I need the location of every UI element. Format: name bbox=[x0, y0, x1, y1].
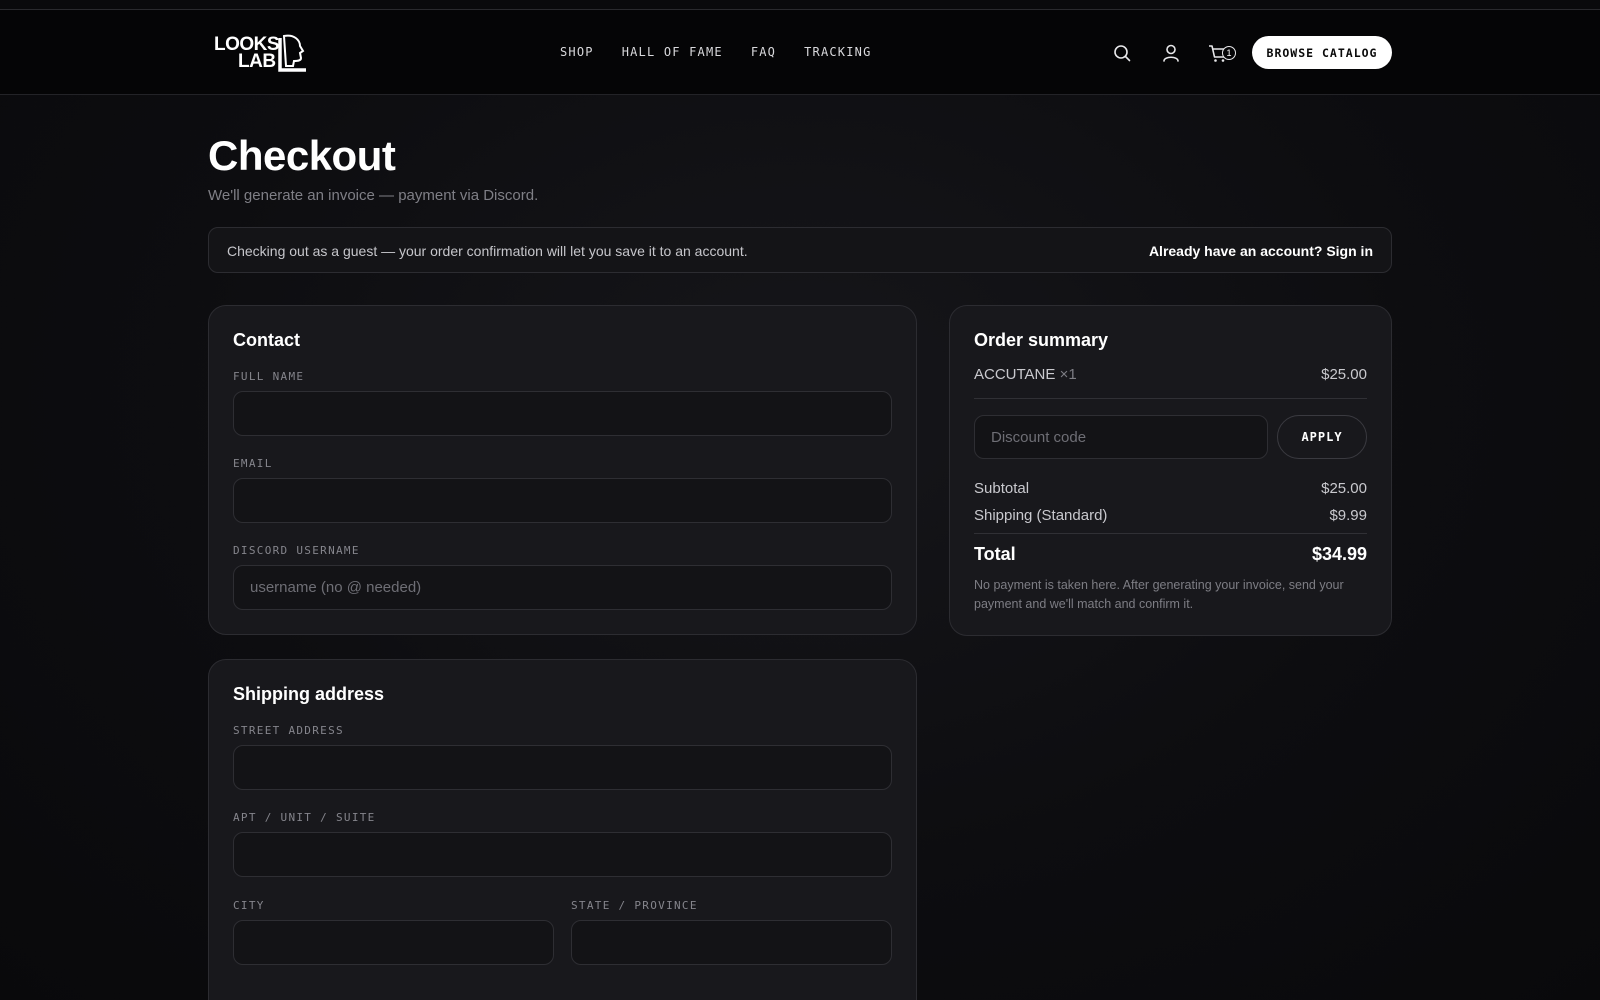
sign-in-link[interactable]: Already have an account? Sign in bbox=[1149, 243, 1373, 259]
email-input[interactable] bbox=[233, 478, 892, 523]
page-title: Checkout bbox=[208, 132, 396, 179]
site-header: LOOKS LAB SHOP HALL OF FAME FAQ TRACKING… bbox=[0, 10, 1600, 95]
line-item-name: ACCUTANE ×1 bbox=[974, 366, 1077, 383]
street-address-label: STREET ADDRESS bbox=[233, 724, 344, 737]
contact-card: Contact FULL NAME EMAIL DISCORD USERNAME bbox=[208, 305, 917, 635]
browse-catalog-button[interactable]: BROWSE CATALOG bbox=[1252, 36, 1392, 69]
main-nav: SHOP HALL OF FAME FAQ TRACKING bbox=[560, 45, 872, 59]
nav-tracking[interactable]: TRACKING bbox=[804, 45, 871, 59]
apply-discount-button[interactable]: APPLY bbox=[1277, 415, 1367, 459]
search-icon[interactable] bbox=[1111, 42, 1133, 64]
apt-unit-label: APT / UNIT / SUITE bbox=[233, 811, 376, 824]
nav-hall-of-fame[interactable]: HALL OF FAME bbox=[622, 45, 723, 59]
order-summary-card: Order summary ACCUTANE ×1 $25.00 APPLY S… bbox=[949, 305, 1392, 636]
nav-shop[interactable]: SHOP bbox=[560, 45, 594, 59]
state-province-label: STATE / PROVINCE bbox=[571, 899, 698, 912]
discord-username-label: DISCORD USERNAME bbox=[233, 544, 360, 557]
head-profile-icon bbox=[278, 34, 306, 72]
shipping-value: $9.99 bbox=[1329, 507, 1367, 524]
summary-divider bbox=[974, 398, 1367, 399]
email-label: EMAIL bbox=[233, 457, 273, 470]
page-subtitle: We'll generate an invoice — payment via … bbox=[208, 187, 539, 204]
item-quantity: ×1 bbox=[1059, 366, 1077, 383]
item-name: ACCUTANE bbox=[974, 366, 1056, 383]
shipping-label: Shipping (Standard) bbox=[974, 507, 1108, 524]
looks-lab-logo[interactable]: LOOKS LAB bbox=[214, 32, 310, 74]
total-divider bbox=[974, 533, 1367, 534]
city-input[interactable] bbox=[233, 920, 554, 965]
cart-count-badge: 1 bbox=[1222, 46, 1236, 60]
street-address-input[interactable] bbox=[233, 745, 892, 790]
subtotal-row: Subtotal $25.00 bbox=[974, 480, 1367, 497]
nav-faq[interactable]: FAQ bbox=[751, 45, 776, 59]
discount-code-input[interactable] bbox=[974, 415, 1268, 459]
guest-message: Checking out as a guest — your order con… bbox=[227, 243, 748, 259]
logo-word-2: LAB bbox=[238, 51, 276, 72]
apt-unit-input[interactable] bbox=[233, 832, 892, 877]
item-price: $25.00 bbox=[1321, 366, 1367, 383]
total-row: Total $34.99 bbox=[974, 544, 1367, 565]
full-name-label: FULL NAME bbox=[233, 370, 305, 383]
subtotal-label: Subtotal bbox=[974, 480, 1030, 497]
user-icon[interactable] bbox=[1160, 42, 1182, 64]
contact-heading: Contact bbox=[233, 330, 300, 350]
total-value: $34.99 bbox=[1311, 544, 1367, 564]
guest-checkout-banner: Checking out as a guest — your order con… bbox=[208, 227, 1392, 273]
order-summary-heading: Order summary bbox=[974, 330, 1109, 350]
payment-note: No payment is taken here. After generati… bbox=[974, 578, 1344, 611]
top-strip bbox=[0, 0, 1600, 10]
full-name-input[interactable] bbox=[233, 391, 892, 436]
discord-username-input[interactable] bbox=[233, 565, 892, 610]
state-province-input[interactable] bbox=[571, 920, 892, 965]
total-label: Total bbox=[974, 544, 1016, 564]
shipping-address-card: Shipping address STREET ADDRESS APT / UN… bbox=[208, 659, 917, 1000]
shipping-heading: Shipping address bbox=[233, 684, 385, 704]
subtotal-value: $25.00 bbox=[1321, 480, 1367, 497]
city-label: CITY bbox=[233, 899, 265, 912]
line-item: ACCUTANE ×1 $25.00 bbox=[974, 366, 1367, 383]
shipping-row: Shipping (Standard) $9.99 bbox=[974, 507, 1367, 524]
